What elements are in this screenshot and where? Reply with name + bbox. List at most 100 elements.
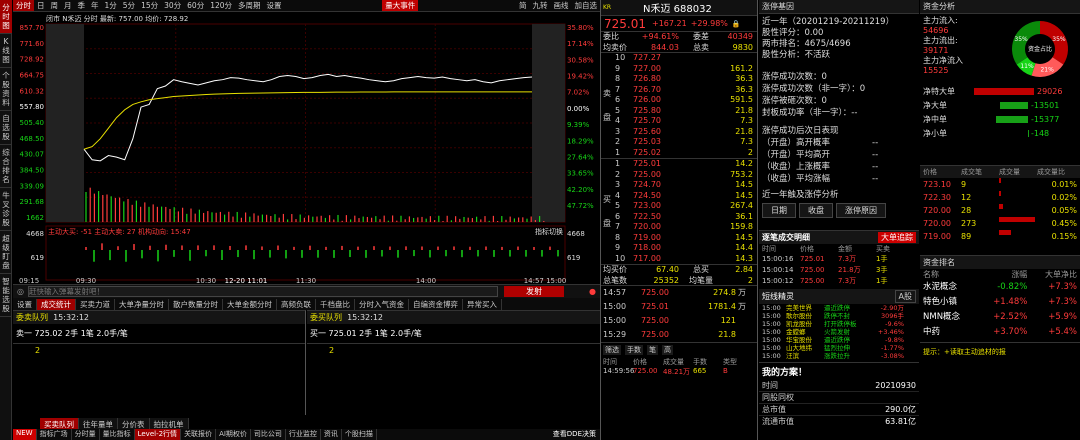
short-stock: 汪滨	[786, 352, 799, 360]
bottom-bar-item[interactable]: AI期权价	[216, 429, 251, 440]
filter-time: 14:59:56	[603, 367, 635, 375]
toolbar-right-item[interactable]: 画线	[551, 0, 572, 11]
bottom-bar-item[interactable]: 量比指标	[100, 429, 135, 440]
toolbar-item[interactable]: 分时	[13, 0, 34, 11]
plan-row: 流通市值 63.81亿	[759, 415, 919, 427]
stat-tab[interactable]: 高频负联	[277, 298, 316, 310]
toolbar-item[interactable]: 120分	[207, 0, 235, 11]
lock-icon[interactable]: 🔒	[732, 20, 741, 28]
intraday-chart[interactable]: 闭市 N禾迈 分时 最新: 757.00 均价: 728.92 857.70 771…	[13, 12, 600, 285]
stat-tab[interactable]: 买卖力道	[76, 298, 115, 310]
sidebar-item[interactable]: 自选股	[0, 111, 12, 145]
sidebar-item[interactable]: 综合排名	[0, 145, 12, 188]
short-event: 涨跌拉升	[824, 352, 850, 360]
short-stock: 金螳螂	[786, 328, 806, 336]
sector-row[interactable]: 特色小镇 +1.48% +7.3%	[920, 295, 1080, 310]
toolbar-item[interactable]: 年	[88, 0, 102, 11]
toolbar-item[interactable]: 1分	[102, 0, 120, 11]
stat-tab[interactable]: 散户数量分时	[169, 298, 223, 310]
toolbar-item[interactable]: 季	[75, 0, 89, 11]
td-time: 15:00:16	[762, 255, 794, 263]
filter-col: 类型	[723, 358, 737, 366]
sector-row[interactable]: 中药 +3.70% +5.4%	[920, 325, 1080, 340]
toolbar-right-item[interactable]: 加自选	[572, 0, 601, 11]
event-badge[interactable]: 量大事件	[382, 0, 419, 11]
short-row: 15:00 歌尔股份 跌停不封 3096手	[759, 312, 919, 320]
trade-row: 15:00 725.01 1781.4 万	[601, 300, 757, 314]
sidebar-item[interactable]: 智能选股	[0, 274, 12, 317]
stat-tab[interactable]: 千档盘比	[316, 298, 355, 310]
net-bar	[996, 115, 1028, 123]
filter-tab[interactable]: 笔	[647, 345, 658, 355]
bottom-bar-item[interactable]: Level-2行情	[134, 429, 182, 440]
bottom-bar-item[interactable]: NEW	[13, 429, 37, 440]
sector-row[interactable]: 水泥概念 -0.82% +7.3%	[920, 280, 1080, 295]
dde-button[interactable]: 查看DDE决策	[549, 429, 600, 440]
indicator-switch: 指标切换	[535, 227, 563, 236]
bottom-bar-item[interactable]: 指标广场	[37, 429, 72, 440]
toolbar-item[interactable]: 60分	[184, 0, 207, 11]
filter-tab[interactable]: 高	[662, 345, 673, 355]
bottom-bar-item[interactable]: 资讯	[321, 429, 342, 440]
trade-col: 价格	[800, 245, 814, 253]
toolbar-item[interactable]: 5分	[120, 0, 138, 11]
filter-tab[interactable]: 手数	[625, 345, 643, 355]
toolbar-item[interactable]: 多周期	[235, 0, 264, 11]
toolbar-right-item[interactable]: 简	[516, 0, 530, 11]
stat-tab[interactable]: 成交统计	[37, 298, 76, 310]
toolbar-item[interactable]: 15分	[138, 0, 161, 11]
filter-row: 14:59:56 725.00 48.21万 665 B	[601, 367, 757, 377]
toolbar-right-item[interactable]: 九转	[530, 0, 551, 11]
short-time: 15:00	[762, 304, 781, 312]
stat-tab[interactable]: 分时入气资金	[355, 298, 409, 310]
ask-row: 10 727.27	[601, 53, 757, 64]
bottom-bar-item[interactable]: 司比公司	[251, 429, 286, 440]
sidebar-item[interactable]: 牛叉诊股	[0, 188, 12, 231]
trade-unit	[736, 314, 746, 328]
bottom-bar-item[interactable]: 个股扫描	[342, 429, 377, 440]
buy-queue-line: 买一 725.01 2手 1笔 2.0手/笔	[307, 324, 600, 344]
toolbar-item[interactable]: 周	[48, 0, 62, 11]
toolbar-item[interactable]: 设置	[264, 0, 285, 11]
toggle-icon[interactable]: ●	[589, 287, 596, 296]
ask-volume: 21.8	[735, 105, 753, 115]
quote-row: 均买价 67.40 总买 2.84	[601, 265, 757, 276]
stat-tab[interactable]: 自编资金博弈	[409, 298, 463, 310]
ask-volume: 161.2	[730, 63, 753, 73]
recent-button[interactable]: 日期	[762, 203, 796, 218]
toolbar-item[interactable]: 30分	[161, 0, 184, 11]
recent-button[interactable]: 收盘	[799, 203, 833, 218]
flow-title: 资金分析	[920, 0, 1080, 14]
plan-label: 总市值	[762, 405, 786, 414]
stat-tab[interactable]: 设置	[13, 298, 37, 310]
toolbar-item[interactable]: 日	[34, 0, 48, 11]
send-button[interactable]: 发射	[503, 286, 564, 297]
bid-level: 4	[615, 190, 621, 200]
sidebar-item[interactable]: 个股资料	[0, 68, 12, 111]
bottom-bar-item[interactable]: 分时量	[72, 429, 100, 440]
danmaku-input[interactable]	[27, 286, 498, 297]
toolbar-item[interactable]: 月	[61, 0, 75, 11]
short-cat[interactable]: A股	[894, 290, 916, 303]
bottom-bar-item[interactable]: 行业监控	[286, 429, 321, 440]
plan-time-label: 时间	[762, 381, 778, 390]
filter-tab[interactable]: 筛选	[603, 345, 621, 355]
short-val: -2.90万	[880, 304, 904, 312]
stat-tab[interactable]: 大单金额分时	[223, 298, 277, 310]
sidebar-item[interactable]: 超级盯盘	[0, 231, 12, 274]
bottom-bar-item[interactable]: 关联报价	[181, 429, 217, 440]
tick-ratio: 0.02%	[1051, 193, 1077, 202]
sector-row[interactable]: NMN概念 +2.52% +5.9%	[920, 310, 1080, 325]
sidebar-item[interactable]: K线图	[0, 34, 12, 68]
stat-tab[interactable]: 大单净量分时	[115, 298, 169, 310]
indicator-label: 主动大买: -51 主动大卖: 27 机构动向: 15:47	[48, 227, 191, 236]
big-order-button[interactable]: 大单追踪	[878, 232, 916, 243]
recent-button[interactable]: 涨停原因	[836, 203, 886, 218]
bid-volume: 14.4	[735, 243, 753, 252]
trade-col: 时间	[762, 245, 776, 253]
buy-queue-val: 2	[329, 346, 335, 355]
stat-tab[interactable]: 异常买入	[463, 298, 502, 310]
time-label: 14:57 15:00	[524, 277, 567, 284]
sidebar-item[interactable]: 分时图	[0, 0, 12, 34]
